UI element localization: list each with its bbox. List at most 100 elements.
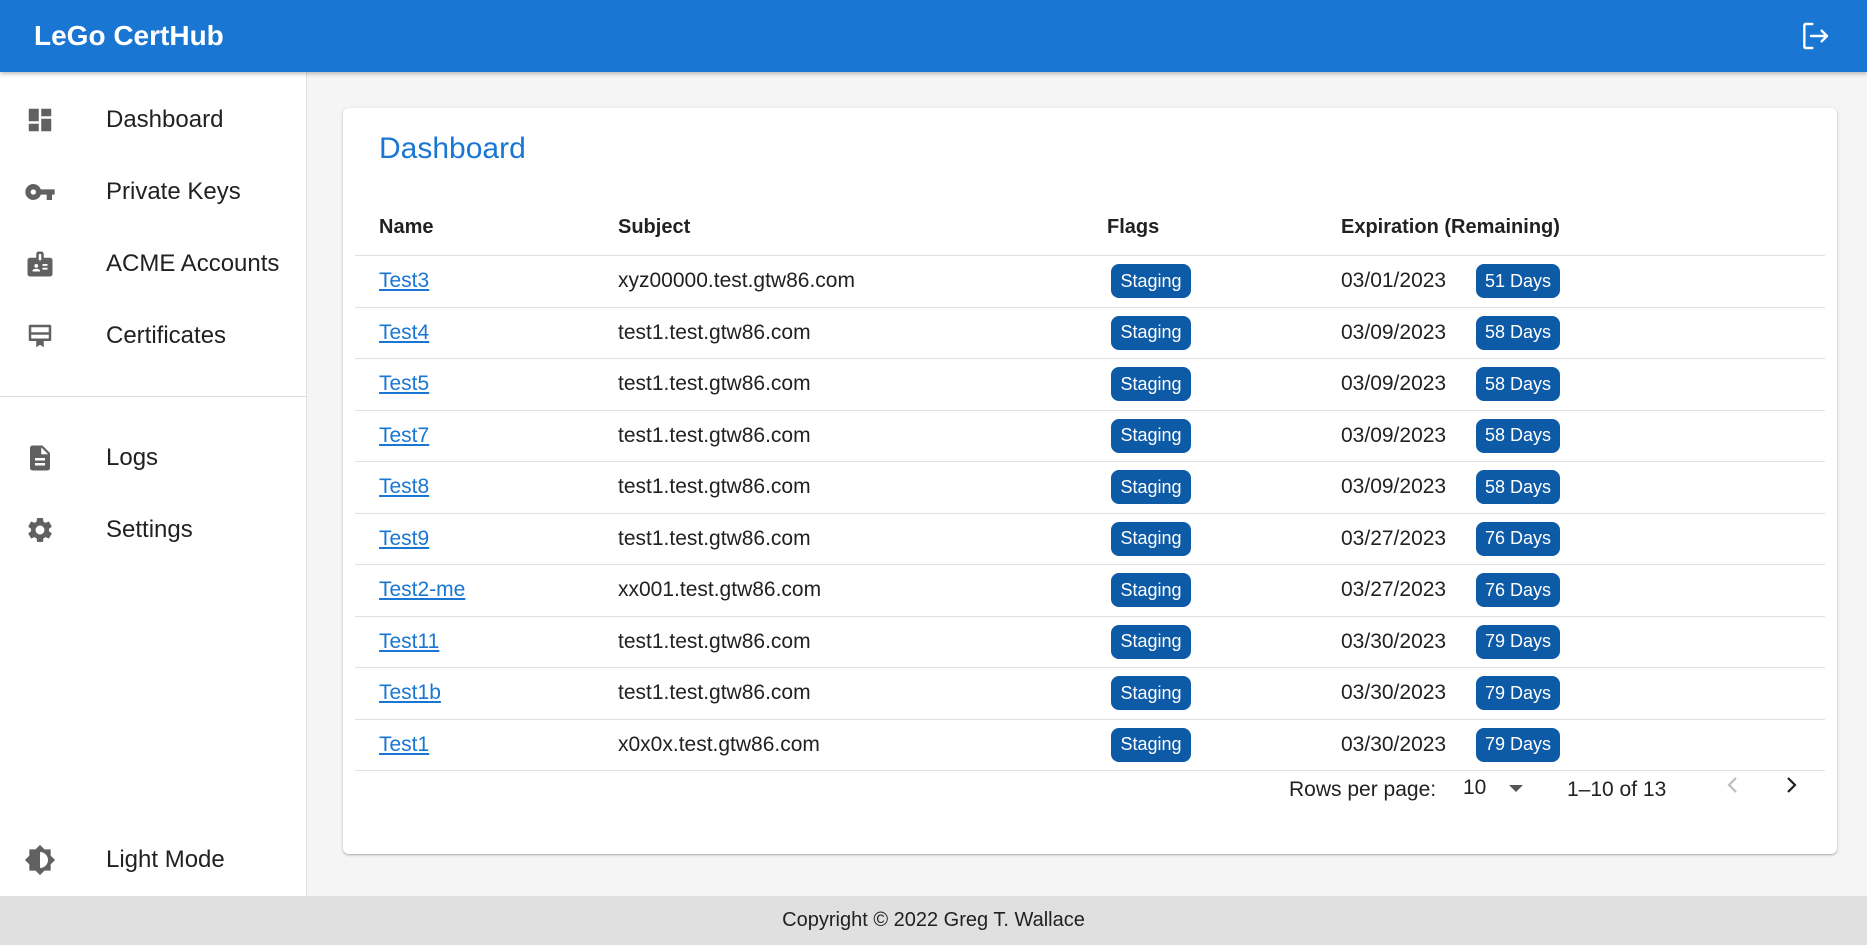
sidebar-item-certificates[interactable]: Certificates — [0, 300, 306, 372]
certificate-subject: test1.test.gtw86.com — [618, 423, 811, 447]
sidebar-item-label: Logs — [106, 444, 159, 471]
table-row: Test8 test1.test.gtw86.com Staging 03/09/20… — [355, 462, 1825, 514]
certificate-subject: test1.test.gtw86.com — [618, 372, 811, 395]
chevron-right-icon — [1779, 773, 1803, 803]
certificate-name-link[interactable]: Test8 — [379, 475, 429, 499]
column-header-flags[interactable]: Flags — [1107, 216, 1159, 239]
light-mode-label: Light Mode — [106, 846, 225, 873]
certificate-subject: test1.test.gtw86.com — [618, 320, 811, 344]
certificate-name-link[interactable]: Test3 — [379, 269, 429, 293]
column-header-expiration[interactable]: Expiration (Remaining) — [1341, 216, 1560, 239]
app-title: LeGo CertHub — [34, 20, 224, 51]
certificate-name-link[interactable]: Test4 — [379, 321, 429, 345]
staging-flag-badge: Staging — [1111, 573, 1191, 607]
sidebar-item-acme-accounts[interactable]: ACME Accounts — [0, 228, 306, 300]
table-row: Test2-me xx001.test.gtw86.com Staging 03/27… — [355, 565, 1825, 617]
chevron-left-icon — [1721, 773, 1745, 803]
staging-flag-badge: Staging — [1111, 470, 1191, 504]
expiration-date: 03/27/2023 — [1341, 526, 1447, 550]
sidebar-item-private-keys[interactable]: Private Keys — [0, 156, 306, 228]
table-row: Test7 test1.test.gtw86.com Staging 03/09/20… — [355, 411, 1825, 462]
table-header: Name Subject Flags Expiration (Remaining… — [355, 198, 1825, 256]
table-row: Test11 test1.test.gtw86.com Staging 03/30/2… — [355, 617, 1825, 668]
staging-flag-badge: Staging — [1111, 367, 1191, 401]
dashboard-icon — [24, 104, 56, 136]
table-row: Test5 test1.test.gtw86.com Staging 03/09/20… — [355, 359, 1825, 411]
certificate-icon — [24, 320, 56, 352]
brightness-icon — [24, 844, 56, 876]
remaining-days-badge: 79 Days — [1476, 727, 1560, 762]
sidebar-item-settings[interactable]: Settings — [0, 494, 306, 566]
certificate-subject: test1.test.gtw86.com — [618, 629, 811, 653]
previous-page-button[interactable] — [1715, 770, 1751, 806]
staging-flag-badge: Staging — [1111, 264, 1191, 298]
column-header-subject[interactable]: Subject — [618, 216, 690, 239]
certificates-table: Name Subject Flags Expiration (Remaining… — [355, 198, 1825, 771]
remaining-days-badge: 76 Days — [1476, 521, 1560, 556]
pagination: Rows per page: 10 1–10 of 13 — [343, 758, 1837, 818]
certificate-subject: xyz00000.test.gtw86.com — [618, 269, 855, 292]
table-body: Test3 xyz00000.test.gtw86.com Staging 03/01… — [355, 256, 1825, 771]
sidebar: Dashboard Private Keys ACME Accounts Cer… — [0, 72, 307, 896]
expiration-date: 03/30/2023 — [1341, 629, 1447, 653]
expiration-date: 03/30/2023 — [1341, 681, 1447, 704]
column-header-name[interactable]: Name — [379, 216, 433, 239]
badge-icon — [24, 248, 56, 280]
key-icon — [24, 176, 56, 208]
certificate-name-link[interactable]: Test5 — [379, 372, 429, 396]
staging-flag-badge: Staging — [1111, 727, 1191, 762]
app-bar: LeGo CertHub — [0, 0, 1867, 72]
remaining-days-badge: 76 Days — [1476, 573, 1560, 607]
dropdown-arrow-icon — [1509, 785, 1523, 792]
expiration-date: 03/27/2023 — [1341, 578, 1447, 601]
staging-flag-badge: Staging — [1111, 315, 1191, 350]
expiration-date: 03/09/2023 — [1341, 320, 1447, 344]
sidebar-item-label: Certificates — [106, 322, 227, 349]
sidebar-item-logs[interactable]: Logs — [0, 422, 306, 494]
remaining-days-badge: 58 Days — [1476, 315, 1560, 350]
copyright-text: Copyright © 2022 Greg T. Wallace — [782, 909, 1085, 931]
table-row: Test4 test1.test.gtw86.com Staging 03/09/20… — [355, 308, 1825, 359]
remaining-days-badge: 58 Days — [1476, 470, 1560, 504]
staging-flag-badge: Staging — [1111, 418, 1191, 453]
table-row: Test9 test1.test.gtw86.com Staging 03/27/20… — [355, 514, 1825, 565]
certificate-subject: x0x0x.test.gtw86.com — [618, 732, 820, 756]
staging-flag-badge: Staging — [1111, 521, 1191, 556]
remaining-days-badge: 51 Days — [1476, 264, 1560, 298]
gear-icon — [24, 514, 56, 546]
remaining-days-badge: 79 Days — [1476, 624, 1560, 659]
sidebar-item-label: Private Keys — [106, 178, 241, 205]
certificate-subject: xx001.test.gtw86.com — [618, 578, 822, 601]
certificate-name-link[interactable]: Test2-me — [379, 578, 465, 602]
expiration-date: 03/09/2023 — [1341, 475, 1447, 498]
rows-per-page-select[interactable]: 10 — [1459, 770, 1529, 806]
pagination-range: 1–10 of 13 — [1567, 778, 1667, 801]
certificate-name-link[interactable]: Test1b — [379, 681, 441, 705]
certificate-subject: test1.test.gtw86.com — [618, 526, 811, 550]
page-title: Dashboard — [379, 132, 526, 165]
expiration-date: 03/09/2023 — [1341, 423, 1447, 447]
staging-flag-badge: Staging — [1111, 676, 1191, 710]
sidebar-item-label: ACME Accounts — [106, 250, 280, 277]
footer: Copyright © 2022 Greg T. Wallace — [0, 896, 1867, 945]
sidebar-item-label: Dashboard — [106, 106, 224, 133]
remaining-days-badge: 79 Days — [1476, 676, 1560, 710]
table-row: Test1b test1.test.gtw86.com Staging 03/30/2… — [355, 668, 1825, 720]
sidebar-item-label: Settings — [106, 516, 193, 543]
certificate-subject: test1.test.gtw86.com — [618, 681, 811, 704]
certificate-name-link[interactable]: Test9 — [379, 527, 429, 551]
rows-per-page-label: Rows per page: — [1289, 778, 1437, 801]
certificate-subject: test1.test.gtw86.com — [618, 475, 811, 498]
light-mode-toggle[interactable]: Light Mode — [0, 824, 306, 896]
sidebar-item-dashboard[interactable]: Dashboard — [0, 84, 306, 156]
staging-flag-badge: Staging — [1111, 624, 1191, 659]
expiration-date: 03/09/2023 — [1341, 372, 1447, 395]
logout-icon[interactable] — [1799, 20, 1831, 52]
certificate-name-link[interactable]: Test1 — [379, 733, 429, 757]
expiration-date: 03/30/2023 — [1341, 732, 1447, 756]
remaining-days-badge: 58 Days — [1476, 367, 1560, 401]
document-icon — [24, 442, 56, 474]
certificate-name-link[interactable]: Test7 — [379, 424, 429, 448]
certificate-name-link[interactable]: Test11 — [379, 630, 439, 654]
next-page-button[interactable] — [1773, 770, 1809, 806]
